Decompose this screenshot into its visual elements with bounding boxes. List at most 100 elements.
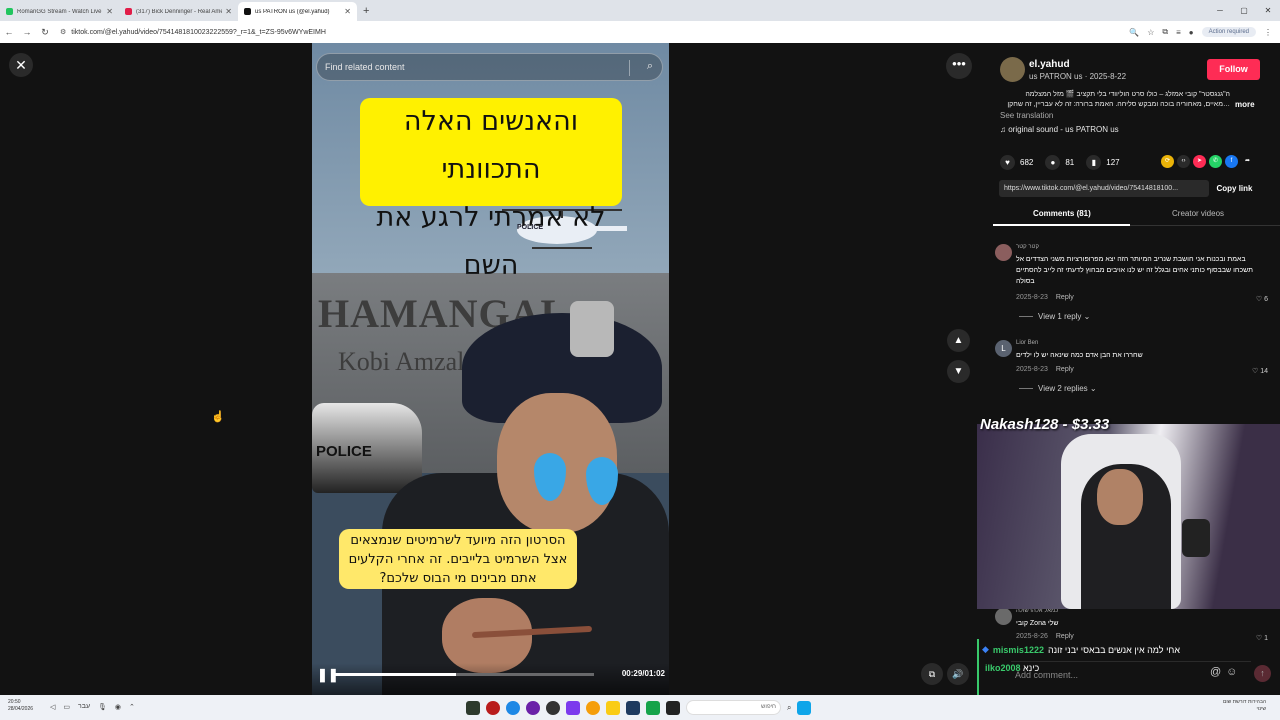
close-window-icon[interactable]: ✕ (1256, 6, 1280, 15)
headphones-app-icon[interactable] (546, 700, 560, 715)
app-icon[interactable] (506, 700, 520, 715)
comment-like[interactable]: ♡ 6 (1256, 295, 1268, 303)
notification-area[interactable]: הבהירות דורשת שום שינוי (1223, 699, 1266, 713)
reply-button[interactable]: Reply (1056, 294, 1074, 301)
display-icon[interactable]: ▭ (63, 703, 70, 711)
post-comment-icon[interactable]: ↑ (1254, 665, 1271, 682)
back-icon[interactable]: ← (0, 27, 18, 37)
sound-link[interactable]: ♫ original sound - us PATRON us (1000, 125, 1119, 134)
url-field[interactable]: ⚙ tiktok.com/@el.yahud/video/75414818100… (60, 28, 1129, 37)
more-options-icon[interactable]: ••• (946, 53, 972, 79)
save-count: 127 (1106, 158, 1120, 167)
previous-video-icon[interactable]: ▲ (947, 329, 970, 352)
windows-start-icon[interactable] (797, 700, 812, 715)
profile-avatar[interactable]: ● (1189, 28, 1194, 37)
video-player[interactable]: POLICE HAMANGAL Kobi Amzaleg POLICE והאנ… (312, 43, 669, 695)
media-controls-icon[interactable]: ≡ (1176, 28, 1181, 37)
view-replies-button[interactable]: View 1 reply ⌄ (1019, 312, 1090, 321)
forward-icon[interactable]: → (18, 27, 36, 37)
steam-app-icon[interactable] (626, 700, 640, 715)
facebook-icon[interactable]: f (1225, 155, 1238, 168)
comment-like[interactable]: ♡ 1 (1256, 634, 1268, 642)
app-icon[interactable] (666, 700, 680, 715)
commenter-name[interactable]: קטר קטר (1016, 244, 1039, 250)
microphone (1182, 519, 1210, 557)
browser-tab-3[interactable]: us PATRON us (@el.yahud) ✕ (238, 2, 357, 21)
repost-icon[interactable]: ⟳ (1161, 155, 1174, 168)
progress-bar[interactable] (334, 673, 594, 676)
copy-link-button[interactable]: Copy link (1209, 180, 1260, 197)
save-stat[interactable]: ▮ 127 (1086, 155, 1120, 170)
close-icon[interactable]: ✕ (9, 53, 33, 77)
description-line: …מאיים, מאחוריה בוכה ומבקש סליחה. האמת ב… (1007, 101, 1230, 108)
app-icon[interactable] (646, 700, 660, 715)
network-icon[interactable]: ◉ (115, 703, 121, 711)
follow-button[interactable]: Follow (1207, 59, 1260, 80)
mic-icon[interactable]: 🎙 (98, 703, 107, 711)
comment-like-count: 6 (1264, 296, 1268, 303)
next-video-icon[interactable]: ▼ (947, 360, 970, 383)
commenter-avatar[interactable] (995, 608, 1012, 625)
tab-comments[interactable]: Comments (81) (1033, 209, 1091, 218)
whatsapp-icon[interactable]: ✆ (1209, 155, 1222, 168)
volume-icon[interactable]: 🔊 (947, 663, 969, 685)
stream-webcam-overlay (977, 424, 1280, 609)
zoom-icon[interactable]: 🔍 (1129, 28, 1139, 37)
maximize-icon[interactable]: ▢ (1232, 6, 1256, 15)
send-to-friends-icon[interactable]: ➤ (1193, 155, 1206, 168)
share-arrow-icon[interactable]: ➦ (1241, 155, 1254, 168)
language-indicator[interactable]: עבר (78, 703, 90, 711)
site-info-icon[interactable]: ⚙ (60, 28, 66, 36)
search-icon[interactable]: ⌕ (647, 60, 653, 73)
creator-avatar[interactable] (1000, 57, 1025, 82)
comment-input-actions: @ ☺ (1210, 666, 1237, 678)
tab-close-icon[interactable]: ✕ (344, 7, 351, 16)
commenter-name[interactable]: Lior Ben (1016, 340, 1038, 346)
bookmark-icon[interactable]: ▮ (1086, 155, 1102, 170)
emoji-icon[interactable]: ☺ (1226, 666, 1237, 678)
search-icon[interactable]: ⌕ (787, 703, 791, 713)
file-explorer-icon[interactable] (606, 700, 620, 715)
new-tab-button[interactable]: + (363, 2, 369, 21)
menu-icon[interactable]: ⋮ (1264, 28, 1272, 37)
see-translation-link[interactable]: See translation (1000, 111, 1053, 120)
like-stat[interactable]: ♥ 682 (1000, 155, 1033, 170)
app-icon[interactable] (486, 700, 500, 715)
extensions-icon[interactable]: ⧉ (1162, 27, 1168, 37)
video-link-field[interactable]: https://www.tiktok.com/@el.yahud/video/7… (999, 180, 1209, 197)
related-content-search[interactable]: Find related content ⌕ (316, 53, 663, 81)
reply-button[interactable]: Reply (1056, 633, 1074, 640)
clock[interactable]: 20:50 28/04/2026 (8, 699, 33, 713)
reload-icon[interactable]: ↻ (36, 27, 54, 38)
more-link[interactable]: more (1235, 100, 1255, 109)
comment-like[interactable]: ♡ 14 (1252, 367, 1268, 375)
miniplayer-icon[interactable]: ⧉ (921, 663, 943, 685)
tab-close-icon[interactable]: ✕ (225, 7, 232, 16)
reply-button[interactable]: Reply (1056, 366, 1074, 373)
comment-bubble-icon[interactable]: ● (1045, 155, 1061, 170)
speaker-icon[interactable]: ◁ (50, 703, 55, 711)
commenter-avatar[interactable] (995, 244, 1012, 261)
view-replies-button[interactable]: View 2 replies ⌄ (1019, 384, 1097, 393)
action-required-button[interactable]: Action required (1201, 27, 1256, 37)
tray-overflow-icon[interactable]: ⌃ (129, 703, 135, 711)
tab-close-icon[interactable]: ✕ (106, 7, 113, 16)
embed-icon[interactable]: ‹› (1177, 155, 1190, 168)
mention-icon[interactable]: @ (1210, 666, 1221, 678)
bookmark-star-icon[interactable]: ☆ (1147, 28, 1154, 37)
heart-icon[interactable]: ♥ (1000, 155, 1015, 170)
chrome-app-icon[interactable] (586, 700, 600, 715)
terminal-app-icon[interactable] (466, 700, 480, 715)
comment-text: שלי Zona קובי (1016, 620, 1059, 627)
tab-creator-videos[interactable]: Creator videos (1172, 209, 1224, 218)
minimize-icon[interactable]: ─ (1208, 6, 1232, 15)
comment-stat[interactable]: ● 81 (1045, 155, 1074, 170)
browser-tab-1[interactable]: RomanGG Stream - Watch Live ✕ (0, 2, 119, 21)
browser-tab-2[interactable]: (317) Bick Denninger - Real Ame ✕ (119, 2, 238, 21)
taskbar-search[interactable]: חיפוש (686, 700, 781, 715)
tab-favicon (6, 8, 13, 15)
creator-username[interactable]: el.yahud (1029, 59, 1070, 70)
commenter-avatar[interactable]: L (995, 340, 1012, 357)
app-icon[interactable] (526, 700, 540, 715)
app-icon[interactable] (566, 700, 580, 715)
